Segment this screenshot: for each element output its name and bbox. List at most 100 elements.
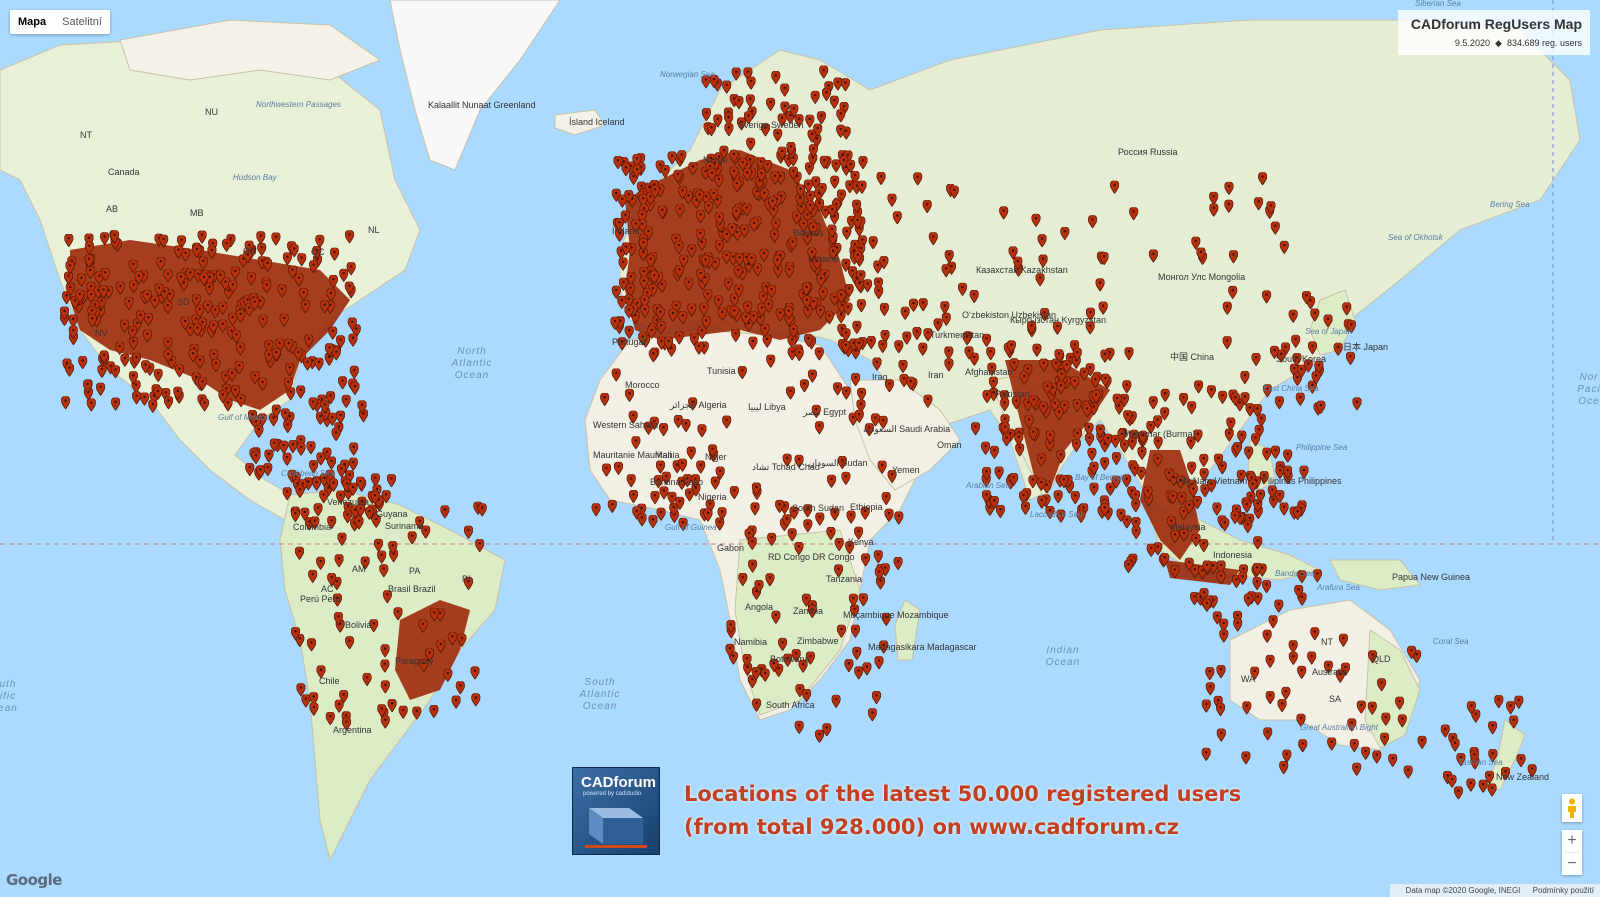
attribution-bar: Data map ©2020 Google, INEGI Podmínky po… (1389, 884, 1600, 897)
label-malaysia: Malaysia (1170, 522, 1206, 532)
label-libya: ليبيا Libya (748, 402, 786, 412)
label-ab: AB (106, 204, 118, 214)
label-sudan: السودان Sudan (808, 458, 868, 469)
label-south-korea: South Korea (1276, 354, 1326, 364)
zoom-in-button[interactable]: + (1562, 830, 1582, 852)
label-western-sahara: Western Sahara (593, 420, 658, 430)
world-map[interactable]: Canada NU NT AB MB ON QC NL SD NV Kalaal… (0, 0, 1600, 897)
label-north-pacific-2: Paci (1577, 384, 1600, 395)
label-yemen: Yemen (892, 465, 920, 475)
label-canada: Canada (108, 167, 140, 177)
zoom-control: + − (1562, 830, 1582, 875)
label-colombia: Colombia (293, 522, 331, 532)
label-indian-1: Indian (1046, 645, 1079, 656)
label-arabian-sea: Arabian Sea (965, 481, 1011, 490)
label-am: AM (352, 564, 366, 574)
label-north-atlantic-2: Atlantic (451, 358, 493, 369)
google-logo[interactable]: Google (6, 871, 62, 889)
label-nt: NT (80, 130, 92, 140)
label-sd: SD (177, 297, 190, 307)
map-type-satellite-button[interactable]: Satelitní (54, 10, 110, 34)
label-hudson-bay: Hudson Bay (233, 173, 278, 182)
caption: Locations of the latest 50.000 registere… (684, 778, 1241, 844)
label-egypt: مصر Egypt (802, 407, 847, 418)
label-laccadive: Laccadive Sea (1030, 510, 1083, 519)
label-guyana: Guyana (376, 509, 408, 519)
label-kenya: Kenya (848, 537, 874, 547)
label-turkmenistan: Turkmenistan (930, 330, 984, 340)
label-siberian-sea: Siberian Sea (1415, 0, 1461, 8)
label-saudi: السعودية Saudi Arabia (863, 424, 950, 435)
user-count: 834.689 reg. users (1506, 38, 1582, 48)
label-north-pacific-3: Oce (1578, 396, 1599, 407)
label-png: Papua New Guinea (1392, 572, 1470, 582)
label-china: 中国 China (1170, 351, 1214, 362)
label-greenland: Kalaallit Nunaat Greenland (428, 100, 536, 110)
label-venezuela: Venezuela (327, 497, 369, 507)
pegman-icon (1568, 798, 1576, 818)
label-mongolia: Монгол Улс Mongolia (1158, 272, 1245, 282)
label-mb: MB (190, 208, 204, 218)
label-great-australian-bight: Great Australian Bight (1300, 723, 1379, 732)
label-pa: PA (409, 566, 420, 576)
label-brazil: Brasil Brazil (388, 584, 436, 594)
label-nv: NV (95, 328, 108, 338)
label-suriname: Suriname (385, 521, 424, 531)
street-view-pegman[interactable] (1562, 794, 1582, 822)
label-mali: Mali (655, 450, 672, 460)
label-ireland: Ireland (612, 226, 640, 236)
label-sea-japan: Sea of Japan (1305, 327, 1353, 336)
label-norge: Norge (703, 155, 728, 165)
label-north-atlantic-1: North (457, 346, 486, 357)
label-mozambique: Moçambique Mozambique (843, 610, 949, 620)
label-tanzania: Tanzania (826, 574, 862, 584)
label-kazakhstan: Казахстан Kazakhstan (976, 265, 1068, 275)
label-south-africa: South Africa (766, 700, 815, 710)
label-sa: SA (1329, 694, 1341, 704)
label-japan: 日本 Japan (1343, 341, 1388, 352)
label-bering-sea: Bering Sea (1490, 200, 1530, 209)
label-philippine-sea: Philippine Sea (1296, 443, 1348, 452)
label-pakistan: Pakistan (995, 389, 1030, 399)
label-caribbean: Caribbean Sea (281, 469, 335, 478)
label-belarus: Belarus (793, 228, 824, 238)
label-south-pacific-3: ean (0, 703, 18, 714)
label-south-pacific-2: ific (0, 691, 16, 702)
label-north-atlantic-3: Ocean (455, 370, 489, 381)
zoom-out-button[interactable]: − (1562, 853, 1582, 875)
label-australia: Australia (1312, 667, 1347, 677)
label-qld: QLD (1372, 654, 1391, 664)
label-iraq: Iraq (872, 372, 888, 382)
label-south-atlantic-2: Atlantic (579, 689, 621, 700)
label-namibia: Namibia (734, 637, 767, 647)
label-indonesia: Indonesia (1213, 550, 1252, 560)
caption-line-1: Locations of the latest 50.000 registere… (684, 782, 1242, 806)
label-banda-sea: Banda Sea (1275, 569, 1315, 578)
label-nu: NU (205, 107, 218, 117)
label-philippines: Pilipinas Philippines (1262, 476, 1342, 486)
label-east-china-sea: East China Sea (1263, 384, 1319, 393)
label-indian-2: Ocean (1046, 657, 1080, 668)
label-norwegian-sea: Norwegian Sea (660, 70, 715, 79)
label-burkina: Burkina Faso (650, 477, 703, 487)
label-myanmar: Myanmar (Burma) (1123, 429, 1196, 439)
label-congo: RD Congo DR Congo (768, 552, 855, 562)
label-south-sudan: South Sudan (792, 503, 844, 513)
map-stats: 9.5.2020 ◆ 834.689 reg. users (1406, 38, 1582, 49)
map-type-map-button[interactable]: Mapa (10, 10, 54, 34)
label-ukraine: Ukraine (808, 254, 839, 264)
logo-brand: CADforum (581, 774, 656, 791)
label-nl: NL (368, 225, 380, 235)
label-botswana: Botswana (770, 654, 810, 664)
label-sea-okhotsk: Sea of Okhotsk (1388, 233, 1444, 242)
label-arafura-sea: Arafura Sea (1316, 583, 1360, 592)
label-chile: Chile (319, 676, 340, 686)
label-madagascar: Madagasikara Madagascar (868, 642, 977, 652)
label-angola: Angola (745, 602, 773, 612)
label-gabon: Gabon (717, 543, 744, 553)
label-nigeria: Nigeria (698, 492, 727, 502)
terms-link[interactable]: Podmínky použití (1533, 886, 1594, 895)
label-south-atlantic-3: Ocean (583, 701, 617, 712)
label-kyrgyzstan: Кыргызстан Kyrgyzstan (1010, 315, 1106, 325)
label-pi: PI (462, 574, 471, 584)
